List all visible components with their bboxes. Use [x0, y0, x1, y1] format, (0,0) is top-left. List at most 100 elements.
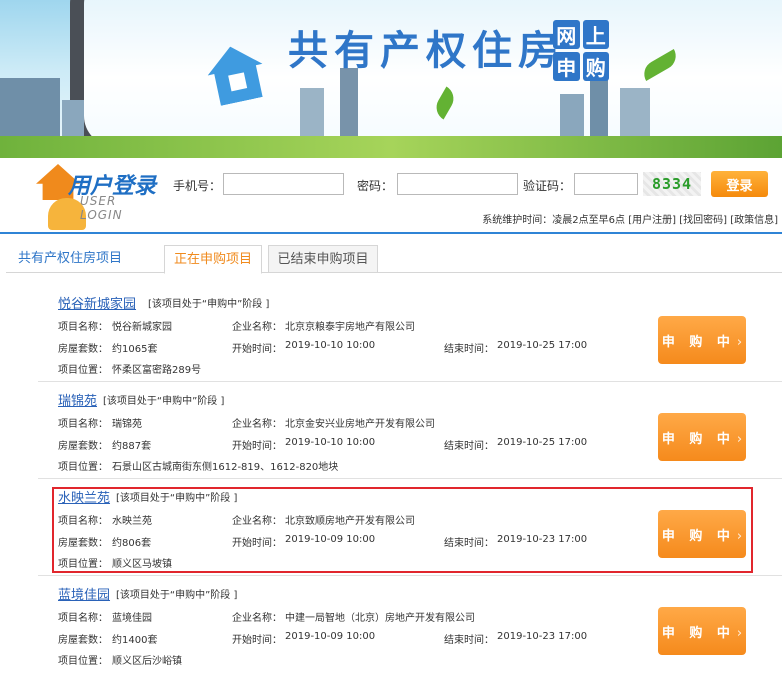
- policy-info-link[interactable]: 政策信息: [734, 215, 774, 226]
- project-title-link[interactable]: 水映兰苑: [58, 487, 110, 506]
- location-value: 怀柔区富密路289号: [112, 365, 202, 376]
- project-list: 悦谷新城家园 [该项目处于“申购中”阶段 ] 项目名称： 悦谷新城家园 企业名称…: [38, 285, 782, 673]
- badge-char: 上: [582, 20, 609, 49]
- login-bar: 用户登录 USER LOGIN 手机号： 密码： 验证码： 8334 登录 系统…: [0, 158, 782, 234]
- company-label: 企业名称：: [232, 613, 282, 624]
- apply-button[interactable]: 申 购 中 ›: [658, 413, 746, 461]
- project-item: 瑞锦苑 [该项目处于“申购中”阶段 ] 项目名称： 瑞锦苑 企业名称： 北京金安…: [38, 382, 782, 479]
- project-stage: [该项目处于“申购中”阶段 ]: [116, 590, 238, 601]
- chevron-right-icon: ›: [736, 528, 743, 544]
- location-label: 项目位置：: [58, 559, 108, 570]
- apply-button-label: 申 购 中: [661, 431, 735, 447]
- project-title-link[interactable]: 瑞锦苑: [58, 390, 97, 409]
- apply-button[interactable]: 申 购 中 ›: [658, 316, 746, 364]
- project-name-value: 悦谷新城家园: [112, 322, 172, 333]
- units-label: 房屋套数：: [58, 441, 108, 452]
- project-stage: [该项目处于“申购中”阶段 ]: [116, 493, 238, 504]
- project-stage: [该项目处于“申购中”阶段 ]: [148, 299, 270, 310]
- project-item: 水映兰苑 [该项目处于“申购中”阶段 ] 项目名称： 水映兰苑 企业名称： 北京…: [38, 479, 782, 576]
- location-label: 项目位置：: [58, 365, 108, 376]
- end-value: 2019-10-25 17:00: [497, 340, 588, 351]
- project-title: 瑞锦苑: [58, 394, 98, 409]
- units-value: 约887套: [112, 441, 152, 452]
- tab-applying[interactable]: 正在申购项目: [164, 245, 262, 274]
- project-name-label: 项目名称：: [58, 322, 108, 333]
- end-value: 2019-10-23 17:00: [497, 534, 588, 545]
- grass-strip: [0, 136, 782, 158]
- user-login-logo: 用户登录 USER LOGIN: [28, 158, 158, 230]
- maintenance-notice: 系统维护时间：凌晨2点至早6点: [482, 215, 626, 226]
- project-name-value: 瑞锦苑: [112, 419, 142, 430]
- end-label: 结束时间：: [444, 441, 494, 452]
- chevron-right-icon: ›: [736, 625, 743, 641]
- units-label: 房屋套数：: [58, 538, 108, 549]
- company-value: 中建一局智地（北京）房地产开发有限公司: [285, 613, 475, 624]
- start-label: 开始时间：: [232, 344, 282, 355]
- project-title: 水映兰苑: [58, 491, 111, 506]
- project-title-link[interactable]: 悦谷新城家园: [58, 293, 136, 312]
- online-apply-badge: 网 上 申 购: [553, 20, 609, 81]
- banner-title: 共有产权住房: [288, 28, 564, 74]
- end-label: 结束时间：: [444, 538, 494, 549]
- company-label: 企业名称：: [232, 322, 282, 333]
- location-label: 项目位置：: [58, 462, 108, 473]
- end-value: 2019-10-23 17:00: [497, 631, 588, 642]
- units-value: 约1400套: [112, 635, 158, 646]
- tab-closed[interactable]: 已结束申购项目: [268, 245, 378, 273]
- apply-button-label: 申 购 中: [661, 334, 735, 350]
- password-input[interactable]: [397, 173, 518, 195]
- project-title: 蓝境佳园: [58, 588, 111, 603]
- badge-char: 申: [553, 52, 580, 81]
- units-label: 房屋套数：: [58, 344, 108, 355]
- end-label: 结束时间：: [444, 635, 494, 646]
- badge-char: 网: [553, 20, 580, 49]
- project-name-label: 项目名称：: [58, 516, 108, 527]
- apply-button-label: 申 购 中: [661, 528, 735, 544]
- chevron-right-icon: ›: [736, 431, 743, 447]
- end-value: 2019-10-25 17:00: [497, 437, 588, 448]
- start-label: 开始时间：: [232, 441, 282, 452]
- captcha-label: 验证码：: [523, 179, 572, 193]
- apply-button[interactable]: 申 购 中 ›: [658, 607, 746, 655]
- apply-button-label: 申 购 中: [661, 625, 735, 641]
- project-name-value: 蓝境佳园: [112, 613, 152, 624]
- units-value: 约806套: [112, 538, 152, 549]
- login-links: 系统维护时间：凌晨2点至早6点 [用户注册] [找回密码] [政策信息]: [482, 215, 778, 226]
- start-value: 2019-10-10 10:00: [285, 437, 376, 448]
- project-title-link[interactable]: 蓝境佳园: [58, 584, 110, 603]
- project-name-label: 项目名称：: [58, 613, 108, 624]
- start-label: 开始时间：: [232, 538, 282, 549]
- badge-char: 购: [582, 52, 609, 81]
- tab-home[interactable]: 共有产权住房项目: [18, 245, 122, 273]
- login-button[interactable]: 登录: [711, 171, 768, 197]
- company-value: 北京京粮泰宇房地产有限公司: [285, 322, 415, 333]
- apply-button[interactable]: 申 购 中 ›: [658, 510, 746, 558]
- project-tabs: 共有产权住房项目 正在申购项目 已结束申购项目: [6, 245, 782, 274]
- location-value: 顺义区后沙峪镇: [112, 656, 182, 667]
- phone-label: 手机号：: [173, 179, 222, 193]
- login-logo-subtext: USER LOGIN: [80, 194, 123, 222]
- project-stage: [该项目处于“申购中”阶段 ]: [103, 396, 225, 407]
- start-value: 2019-10-10 10:00: [285, 340, 376, 351]
- start-value: 2019-10-09 10:00: [285, 631, 376, 642]
- units-label: 房屋套数：: [58, 635, 108, 646]
- company-value: 北京致顺房地产开发有限公司: [285, 516, 415, 527]
- header-banner: 共有产权住房 网 上 申 购: [0, 0, 782, 158]
- company-label: 企业名称：: [232, 516, 282, 527]
- units-value: 约1065套: [112, 344, 158, 355]
- start-label: 开始时间：: [232, 635, 282, 646]
- company-label: 企业名称：: [232, 419, 282, 430]
- phone-input[interactable]: [223, 173, 344, 195]
- project-item: 蓝境佳园 [该项目处于“申购中”阶段 ] 项目名称： 蓝境佳园 企业名称： 中建…: [38, 576, 782, 673]
- project-name-label: 项目名称：: [58, 419, 108, 430]
- password-label: 密码：: [357, 179, 394, 193]
- captcha-image[interactable]: 8334: [643, 172, 701, 196]
- start-value: 2019-10-09 10:00: [285, 534, 376, 545]
- location-label: 项目位置：: [58, 656, 108, 667]
- find-password-link[interactable]: 找回密码: [683, 215, 723, 226]
- captcha-input[interactable]: [574, 173, 638, 195]
- location-value: 顺义区马坡镇: [112, 559, 172, 570]
- project-title: 悦谷新城家园: [58, 297, 137, 312]
- register-link[interactable]: 用户注册: [632, 215, 672, 226]
- project-item: 悦谷新城家园 [该项目处于“申购中”阶段 ] 项目名称： 悦谷新城家园 企业名称…: [38, 285, 782, 382]
